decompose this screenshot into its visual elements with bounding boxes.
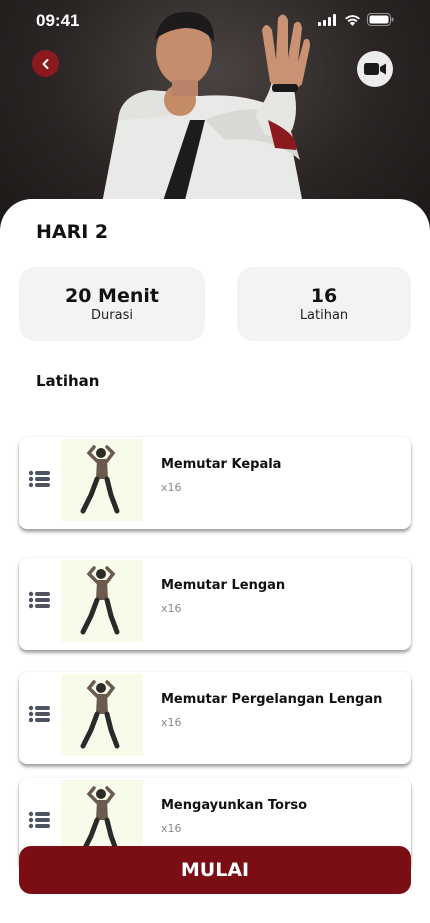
exercise-figure-icon (80, 566, 120, 635)
exercise-count-card: 16 Latihan (237, 267, 411, 341)
duration-value: 20 Menit (65, 285, 159, 307)
exercise-name: Memutar Pergelangan Lengan (161, 692, 383, 707)
battery-icon (367, 13, 394, 26)
duration-label: Durasi (91, 308, 133, 323)
status-time: 09:41 (36, 11, 80, 30)
wifi-icon (345, 14, 360, 26)
exercise-card[interactable]: Memutar Pergelangan Lengan x16 (19, 672, 411, 764)
section-title: Latihan (36, 372, 100, 390)
exercise-count-label: Latihan (299, 308, 349, 323)
exercise-name: Memutar Lengan (161, 578, 286, 593)
exercise-thumbnail (61, 674, 143, 756)
start-button[interactable]: MULAI (19, 846, 411, 894)
video-camera-icon (364, 63, 386, 75)
exercise-name: Mengayunkan Torso (161, 798, 308, 813)
page-title: HARI 2 (36, 221, 109, 243)
exercise-thumbnail (61, 560, 143, 642)
drag-handle-icon[interactable] (28, 810, 52, 830)
duration-card: 20 Menit Durasi (19, 267, 205, 341)
status-bar: 09:41 (0, 0, 430, 44)
exercise-figure-icon (80, 445, 120, 514)
exercise-count-value: 16 (310, 285, 338, 307)
exercise-name: Memutar Kepala (161, 457, 282, 472)
exercise-card[interactable]: Memutar Lengan x16 (19, 558, 411, 650)
drag-handle-icon[interactable] (28, 704, 52, 724)
exercise-figure-icon (80, 680, 120, 749)
exercise-reps: x16 (161, 822, 182, 835)
exercise-card[interactable]: Memutar Kepala x16 (19, 437, 411, 529)
drag-handle-icon[interactable] (28, 590, 52, 610)
chevron-left-icon (42, 58, 48, 69)
drag-handle-icon[interactable] (28, 469, 52, 489)
exercise-reps: x16 (161, 481, 182, 494)
cellular-signal-icon (318, 13, 336, 26)
status-icons (318, 13, 394, 26)
exercise-thumbnail (61, 439, 143, 521)
exercise-reps: x16 (161, 716, 182, 729)
video-button[interactable] (357, 51, 393, 87)
back-button[interactable] (32, 50, 59, 77)
exercise-reps: x16 (161, 602, 182, 615)
